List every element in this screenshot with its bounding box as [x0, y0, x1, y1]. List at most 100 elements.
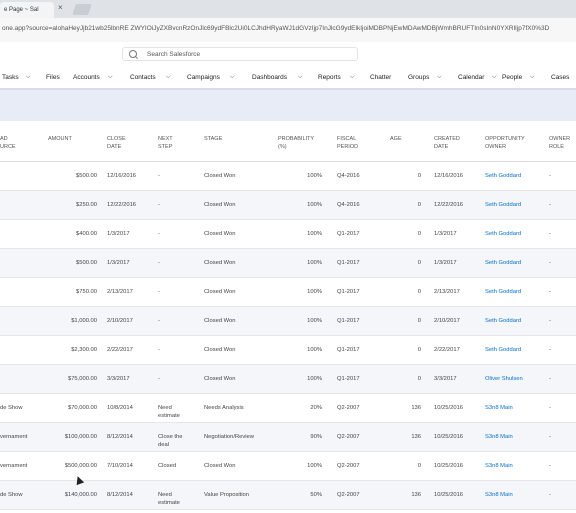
cell-fiscal-period: Q1-2017: [337, 318, 360, 324]
column-header-close-date[interactable]: CLOSE DATE: [107, 135, 126, 151]
nav-item-people[interactable]: People: [502, 74, 522, 81]
cell-opportunity-owner[interactable]: Seth Goddard: [485, 259, 521, 267]
cell-next-step: -: [158, 260, 160, 266]
cell-created-date: 12/22/2016: [434, 202, 464, 208]
cell-amount: $140,000.00: [64, 492, 97, 498]
nav-item-dashboards[interactable]: Dashboards: [252, 74, 287, 81]
cell-owner-role: -: [549, 405, 551, 411]
cell-amount: $75,000.00: [67, 376, 97, 382]
cell-next-step: Closed: [158, 463, 177, 469]
cell-created-date: 12/16/2016: [434, 173, 464, 179]
cell-age: 0: [417, 463, 421, 469]
table-row: de Show $140,000.00 8/12/2014 Need estimate…: [0, 481, 576, 510]
report-table-header: AD URCE AMOUNT CLOSE DATE NEXT STEP STAG…: [0, 121, 576, 162]
chevron-down-icon[interactable]: ⌵: [108, 74, 113, 81]
chevron-down-icon[interactable]: ⌵: [350, 74, 355, 81]
table-row: $400.00 1/3/2017 - Closed Won 100% Q1-2017 0 1/…: [0, 220, 576, 249]
cell-close-date: 8/12/2014: [107, 492, 133, 498]
cell-amount: $500.00: [76, 173, 97, 179]
cell-next-step: Need estimate: [158, 405, 180, 419]
chevron-down-icon[interactable]: ⌵: [492, 74, 497, 81]
browser-tab-strip: e Page ~ Sal ×: [0, 0, 576, 18]
cell-amount: $100,000.00: [64, 434, 97, 440]
chevron-down-icon[interactable]: ⌵: [298, 74, 303, 81]
cell-probability: 100%: [307, 231, 322, 237]
column-header-fiscal-period[interactable]: FISCAL PERIOD: [337, 135, 358, 151]
column-header-opportunity-owner[interactable]: OPPORTUNITY OWNER: [485, 135, 525, 151]
chevron-down-icon[interactable]: ⌵: [437, 74, 442, 81]
cell-owner-role: -: [549, 376, 551, 382]
cell-close-date: 3/3/2017: [107, 376, 130, 382]
chevron-down-icon[interactable]: ⌵: [230, 74, 235, 81]
cell-opportunity-owner[interactable]: Oliver Shulsen: [485, 375, 523, 383]
browser-tab[interactable]: e Page ~ Sal: [0, 2, 54, 18]
column-header-age[interactable]: AGE: [390, 135, 402, 143]
column-header-owner-role[interactable]: OWNER ROLE: [549, 135, 570, 151]
address-bar[interactable]: one.app?source=alohaHeyJjb21wb25lbnRE ZW…: [0, 18, 576, 43]
cell-opportunity-owner[interactable]: Seth Goddard: [485, 172, 521, 180]
nav-item-calendar[interactable]: Calendar: [458, 74, 484, 81]
cell-stage: Closed Won: [204, 173, 236, 179]
cell-created-date: 1/3/2017: [434, 260, 457, 266]
cell-next-step: -: [158, 202, 160, 208]
table-row: $2,300.00 2/22/2017 - Closed Won 100% Q1-2017…: [0, 336, 576, 365]
column-header-stage[interactable]: STAGE: [204, 135, 222, 143]
cell-fiscal-period: Q1-2017: [337, 376, 360, 382]
cell-fiscal-period: Q1-2017: [337, 260, 360, 266]
chevron-down-icon[interactable]: ⌵: [530, 74, 535, 81]
cell-lead-source: vernament: [0, 434, 28, 440]
cell-opportunity-owner[interactable]: S3n8 Main: [485, 491, 513, 499]
global-header: Search Salesforce: [0, 42, 576, 66]
column-header-lead-source[interactable]: AD URCE: [0, 135, 16, 151]
column-header-probability[interactable]: PROBABILITY (%): [278, 135, 314, 151]
column-header-next-step[interactable]: NEXT STEP: [158, 135, 173, 151]
cell-opportunity-owner[interactable]: Seth Goddard: [485, 346, 521, 354]
nav-item-contacts[interactable]: Contacts: [130, 74, 156, 81]
cell-age: 136: [411, 405, 421, 411]
cell-probability: 50%: [310, 492, 322, 498]
cell-opportunity-owner[interactable]: S3n8 Main: [485, 462, 513, 470]
cell-created-date: 2/13/2017: [434, 289, 460, 295]
cell-opportunity-owner[interactable]: S3n8 Main: [485, 433, 513, 441]
nav-item-cases[interactable]: Cases: [551, 74, 569, 81]
cell-close-date: 12/16/2016: [107, 173, 137, 179]
cell-probability: 100%: [307, 260, 322, 266]
cell-opportunity-owner[interactable]: Seth Goddard: [485, 230, 521, 238]
cell-stage: Closed Won: [204, 231, 236, 237]
column-header-amount[interactable]: AMOUNT: [48, 135, 72, 143]
nav-item-tasks[interactable]: Tasks: [2, 74, 19, 81]
cell-opportunity-owner[interactable]: S3n8 Main: [485, 404, 513, 412]
cell-amount: $1,000.00: [71, 318, 97, 324]
chevron-down-icon[interactable]: ⌵: [26, 74, 31, 81]
cell-fiscal-period: Q1-2017: [337, 231, 360, 237]
report-header-band: [0, 90, 576, 121]
cell-owner-role: -: [549, 173, 551, 179]
cell-stage: Value Proposition: [204, 492, 250, 498]
search-input[interactable]: Search Salesforce: [122, 47, 358, 61]
cell-opportunity-owner[interactable]: Seth Goddard: [485, 201, 521, 209]
close-icon[interactable]: ×: [58, 3, 63, 12]
column-header-created-date[interactable]: CREATED DATE: [434, 135, 460, 151]
nav-item-campaigns[interactable]: Campaigns: [187, 74, 220, 81]
nav-item-chatter[interactable]: Chatter: [370, 74, 391, 81]
new-tab-button[interactable]: [72, 4, 92, 15]
cell-opportunity-owner[interactable]: Seth Goddard: [485, 317, 521, 325]
cell-amount: $500.00: [76, 260, 97, 266]
cell-opportunity-owner[interactable]: Seth Goddard: [485, 288, 521, 296]
url-text: one.app?source=alohaHeyJjb21wb25lbnRE ZW…: [2, 25, 550, 32]
nav-item-groups[interactable]: Groups: [408, 74, 429, 81]
cell-amount: $400.00: [76, 231, 97, 237]
cell-stage: Closed Won: [204, 202, 236, 208]
cell-amount: $500,000.00: [64, 463, 97, 469]
cell-age: 136: [411, 434, 421, 440]
nav-item-files[interactable]: Files: [46, 74, 60, 81]
cell-probability: 100%: [307, 289, 322, 295]
cell-age: 0: [417, 289, 421, 295]
cell-owner-role: -: [549, 318, 551, 324]
nav-item-reports[interactable]: Reports: [318, 74, 341, 81]
cell-stage: Negotiation/Review: [204, 434, 254, 440]
chevron-down-icon[interactable]: ⌵: [166, 74, 171, 81]
table-row: vernament $100,000.00 8/12/2014 Close the d…: [0, 423, 576, 452]
nav-item-accounts[interactable]: Accounts: [73, 74, 100, 81]
cell-next-step: Close the deal: [158, 434, 183, 448]
